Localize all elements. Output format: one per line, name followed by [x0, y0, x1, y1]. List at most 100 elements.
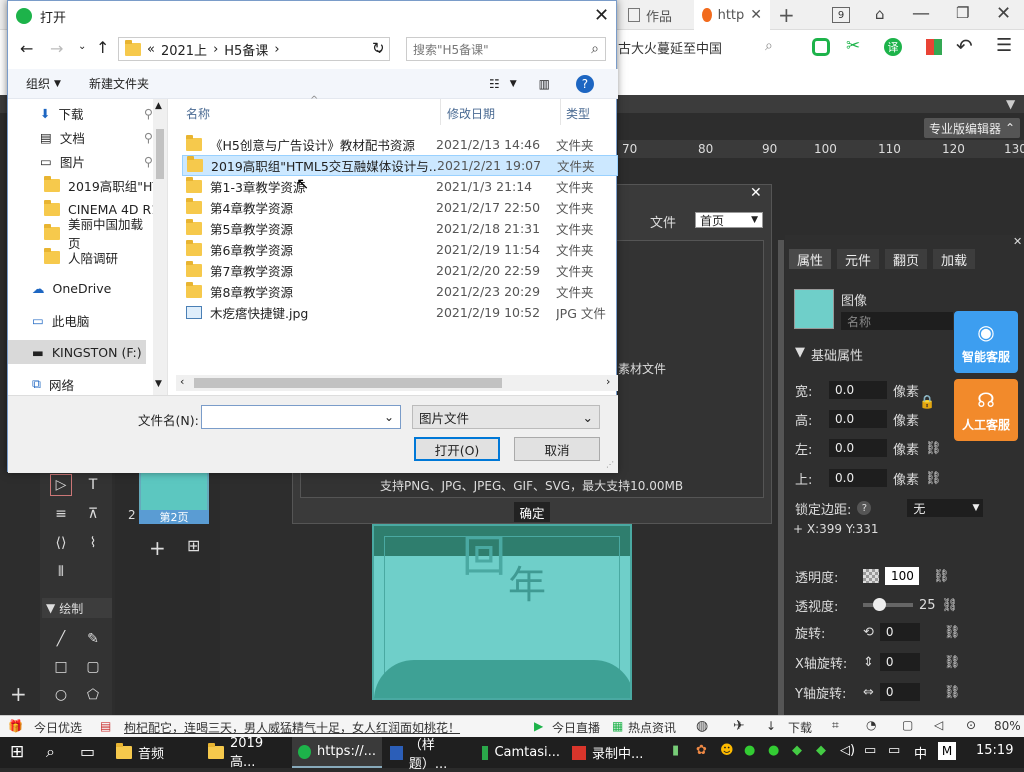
- close-icon[interactable]: ✕: [750, 7, 762, 23]
- screenshot-icon[interactable]: ⌗: [832, 718, 839, 733]
- hot-link[interactable]: 热点资讯: [628, 719, 676, 736]
- nav-item-onedrive[interactable]: ☁ OneDrive: [8, 276, 153, 300]
- back-icon[interactable]: ←: [20, 39, 33, 58]
- stage-image[interactable]: 回 年: [372, 524, 632, 700]
- speed-icon[interactable]: ◍: [696, 718, 708, 734]
- up-icon[interactable]: ↑: [96, 38, 109, 57]
- resize-grip-icon[interactable]: ⋰: [606, 460, 614, 469]
- translate-icon[interactable]: 译: [884, 38, 902, 56]
- tray-icon[interactable]: ●: [768, 743, 779, 758]
- nav-item-this-pc[interactable]: ▭ 此电脑: [8, 308, 153, 332]
- column-name[interactable]: 名称: [186, 105, 210, 122]
- path-segment[interactable]: 2021上: [161, 40, 207, 59]
- link-icon[interactable]: ⛓: [944, 685, 961, 700]
- panel-scrollbar[interactable]: [778, 240, 784, 715]
- nav-item-folder[interactable]: 人陪调研: [8, 245, 153, 269]
- board-icon[interactable]: ⊼: [82, 503, 104, 525]
- add-icon[interactable]: +: [10, 682, 27, 706]
- xrotate-input[interactable]: 0: [879, 653, 920, 671]
- nav-item-documents[interactable]: ▤ 文档 ⚲: [8, 125, 153, 149]
- opacity-input[interactable]: 100: [885, 567, 919, 585]
- height-input[interactable]: 0.0: [829, 410, 887, 428]
- today-pick[interactable]: 今日优选: [34, 719, 82, 736]
- scroll-left-icon[interactable]: ‹: [180, 375, 184, 388]
- shirt-icon[interactable]: ⌂: [875, 5, 885, 23]
- organize-button[interactable]: 组织: [26, 75, 50, 92]
- scroll-down-icon[interactable]: ▼: [155, 379, 162, 389]
- rotate-input[interactable]: 0: [879, 623, 920, 641]
- scroll-right-icon[interactable]: ›: [606, 375, 610, 388]
- lock-icon[interactable]: 🔒: [919, 395, 935, 410]
- yrotate-input[interactable]: 0: [879, 683, 920, 701]
- smart-service-button[interactable]: ◉ 智能客服: [954, 311, 1018, 373]
- close-icon[interactable]: ✕: [1013, 235, 1022, 248]
- sound-icon[interactable]: ◁: [934, 718, 943, 732]
- download-icon[interactable]: ↓: [766, 719, 776, 733]
- nav-item-folder[interactable]: 2019高职组"HT: [8, 173, 160, 197]
- zoom-level[interactable]: 80%: [994, 719, 1021, 733]
- name-input[interactable]: 名称: [841, 312, 953, 330]
- news-ticker[interactable]: 古大火蔓延至中国: [618, 38, 722, 57]
- frame-icon[interactable]: ⫴: [50, 561, 72, 583]
- basic-section-header[interactable]: ▼ 基础属性: [795, 345, 863, 364]
- tab-page-turn[interactable]: 翻页: [885, 249, 928, 269]
- tray-icon[interactable]: ☻: [720, 743, 734, 758]
- file-row[interactable]: 《H5创意与广告设计》教材配书资源 2021/2/13 14:46 文件夹: [182, 134, 618, 155]
- dropdown-icon[interactable]: ▼: [510, 79, 517, 89]
- rect-icon[interactable]: □: [50, 656, 72, 678]
- draw-section-header[interactable]: ▼ 绘制: [42, 598, 112, 618]
- align-icon[interactable]: ≡: [50, 503, 72, 525]
- nav-item-pictures[interactable]: ▭ 图片 ⚲: [8, 149, 153, 173]
- tab-components[interactable]: 元件: [837, 249, 880, 269]
- close-icon[interactable]: ✕: [750, 185, 762, 201]
- help-icon[interactable]: ?: [575, 74, 594, 93]
- browser-tab-active[interactable]: http ✕: [694, 0, 770, 30]
- nav-item-downloads[interactable]: ⬇ 下载 ⚲: [8, 101, 153, 125]
- width-input[interactable]: 0.0: [829, 381, 887, 399]
- column-date[interactable]: 修改日期: [447, 105, 495, 122]
- maximize-icon[interactable]: ❐: [956, 4, 969, 22]
- media-icon[interactable]: ▷: [50, 474, 72, 496]
- view-icon[interactable]: ☷: [489, 77, 500, 91]
- refresh-icon[interactable]: ↻: [372, 39, 385, 57]
- nav-item-network[interactable]: ⧉ 网络: [8, 372, 153, 395]
- code-icon[interactable]: ⟨⟩: [50, 532, 72, 554]
- column-type[interactable]: 类型: [566, 105, 590, 122]
- path-segment[interactable]: H5备课: [224, 40, 268, 59]
- live-link[interactable]: 今日直播: [552, 719, 600, 736]
- clock[interactable]: 15:19: [976, 743, 1013, 758]
- link-icon[interactable]: ⛓: [944, 655, 961, 670]
- ime-icon[interactable]: M: [938, 742, 956, 760]
- nav-item-drive[interactable]: ▬ KINGSTON (F:): [8, 340, 146, 364]
- polygon-icon[interactable]: ⬠: [82, 684, 104, 706]
- browser-icon[interactable]: ◔: [866, 718, 876, 732]
- file-row[interactable]: 第1-3章教学资源 2021/1/3 21:14 文件夹: [182, 176, 618, 197]
- chevron-down-icon[interactable]: ⌄: [384, 410, 394, 424]
- top-input[interactable]: 0.0: [829, 469, 887, 487]
- help-icon[interactable]: ?: [857, 501, 872, 515]
- dropdown-icon[interactable]: ▼: [54, 79, 61, 89]
- new-tab-icon[interactable]: +: [778, 3, 795, 27]
- nav-scrollbar[interactable]: ▲ ▼: [153, 99, 167, 395]
- path-overflow[interactable]: «: [147, 42, 155, 57]
- filename-input[interactable]: ⌄: [201, 405, 401, 429]
- file-row[interactable]: 第5章教学资源 2021/2/18 21:31 文件夹: [182, 218, 618, 239]
- scissors-icon[interactable]: ✂: [846, 36, 860, 56]
- taskbar-item[interactable]: （样题）...: [384, 737, 474, 772]
- dropdown-icon[interactable]: ⌄: [78, 41, 86, 52]
- taskbar-item-active[interactable]: https://...: [292, 737, 382, 768]
- address-path[interactable]: « 2021上 › H5备课 › ⌄: [118, 37, 390, 61]
- tab-loading[interactable]: 加载: [933, 249, 976, 269]
- left-input[interactable]: 0.0: [829, 439, 887, 457]
- link-icon[interactable]: ⛓: [933, 569, 950, 584]
- forward-icon[interactable]: →: [50, 39, 63, 58]
- perspective-slider[interactable]: [863, 598, 913, 611]
- app-icon[interactable]: [812, 38, 830, 56]
- new-folder-button[interactable]: 新建文件夹: [89, 75, 149, 92]
- link-icon[interactable]: ⛓: [925, 441, 942, 456]
- wechat-icon[interactable]: ●: [744, 743, 755, 758]
- chart-icon[interactable]: ⌇: [82, 532, 104, 554]
- round-rect-icon[interactable]: ▢: [82, 656, 104, 678]
- search-icon[interactable]: ⌕: [765, 38, 773, 54]
- close-icon[interactable]: ✕: [594, 5, 609, 26]
